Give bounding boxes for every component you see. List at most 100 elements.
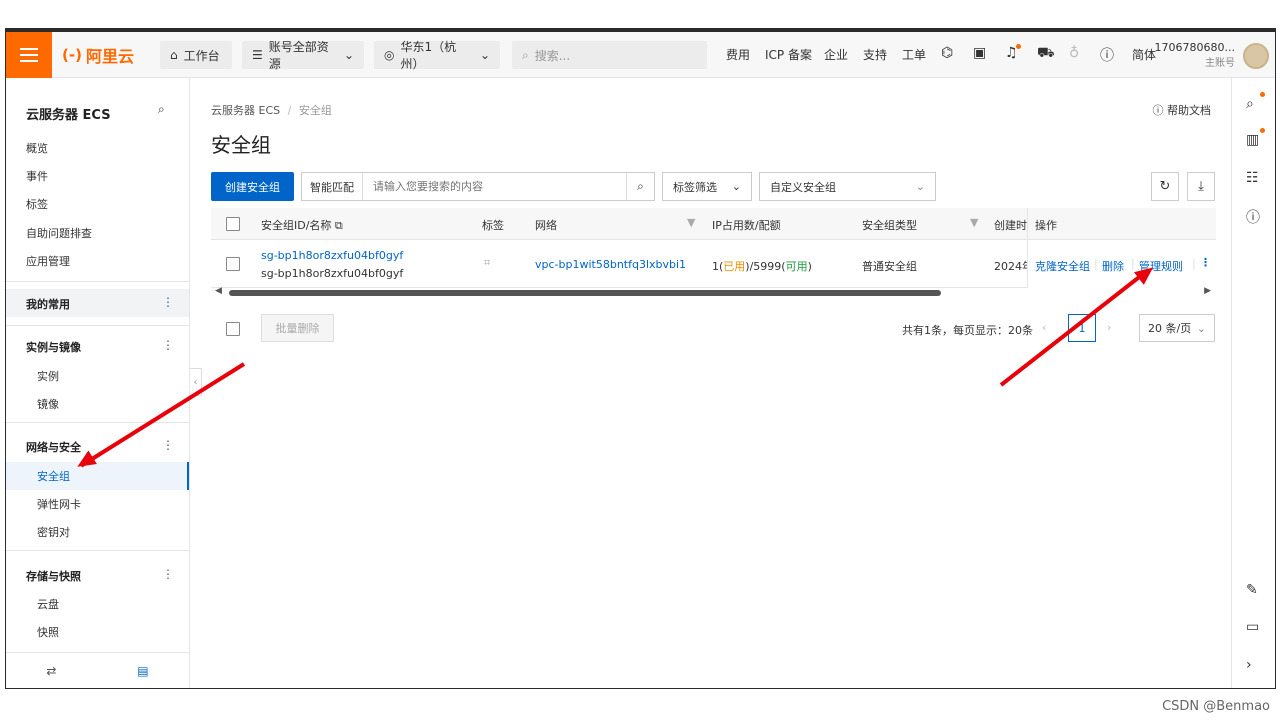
horizontal-scrollbar[interactable]: ◀ ▶ (211, 286, 1215, 298)
checklist-icon[interactable]: ☷ (1246, 170, 1259, 186)
search-icon[interactable]: ⌕ (158, 102, 165, 117)
resource-label: 账号全部资源 (268, 40, 329, 71)
col-header-id-label: 安全组ID/名称 (261, 219, 332, 232)
scroll-right-icon[interactable]: ▶ (1204, 286, 1211, 296)
custom-filter-dropdown[interactable]: 自定义安全组 ⌄ (759, 172, 936, 201)
action-separator: | (1094, 257, 1098, 270)
bulk-select-checkbox[interactable] (226, 322, 240, 336)
custom-filter-label: 自定义安全组 (770, 180, 836, 194)
doc-icon[interactable]: ▤ (137, 664, 148, 678)
sidebar-title: 云服务器 ECS (26, 108, 111, 123)
resource-selector[interactable]: ☰ 账号全部资源 ⌄ (242, 40, 364, 71)
select-all-checkbox[interactable] (226, 217, 240, 231)
terminal-icon[interactable]: ▣ (973, 45, 986, 61)
chat-icon[interactable]: ▭ (1246, 619, 1259, 635)
location-icon: ◎ (384, 48, 395, 62)
security-group-name: sg-bp1h8or8zxfu04bf0gyf (261, 267, 404, 280)
sidebar-group-instances[interactable]: 实例与镜像 (26, 339, 81, 355)
tag-filter-dropdown[interactable]: 标签筛选 ⌄ (662, 172, 752, 201)
breadcrumb-current: 安全组 (298, 104, 332, 117)
clone-security-group-link[interactable]: 克隆安全组 (1035, 258, 1090, 274)
account-info[interactable]: 1706780680... 主账号 (1155, 40, 1235, 72)
batch-delete-button[interactable]: 批量删除 (261, 314, 334, 342)
search-mode-select[interactable]: 智能匹配 (302, 173, 363, 200)
search-icon[interactable]: ⌕ (1246, 96, 1254, 112)
sidebar-item-tags[interactable]: 标签 (26, 196, 48, 212)
sidebar-item-keypair[interactable]: 密钥对 (37, 524, 70, 540)
next-page-icon[interactable]: › (1107, 321, 1111, 334)
lightbulb-icon[interactable]: ♁ (1069, 45, 1079, 61)
aliyun-logo[interactable]: (-) 阿里云 (62, 43, 134, 67)
row-checkbox[interactable] (226, 257, 240, 271)
sidebar-group-network[interactable]: 网络与安全 (26, 439, 81, 455)
sidebar-item-snapshot[interactable]: 快照 (37, 624, 59, 640)
search-icon[interactable]: ⌕ (626, 173, 654, 200)
help-circle-icon[interactable]: ⓘ (1100, 45, 1114, 65)
help-doc-link[interactable]: ⓘ 帮助文档 (1153, 102, 1212, 118)
prev-page-icon[interactable]: ‹ (1042, 321, 1046, 334)
nav-link-support[interactable]: 支持 (863, 46, 887, 63)
page-size-select[interactable]: 20 条/页 ⌄ (1139, 314, 1215, 342)
help-circle-icon[interactable]: ⓘ (1246, 207, 1260, 227)
chevron-right-icon[interactable]: › (1246, 657, 1252, 673)
filter-icon[interactable]: ▼ (970, 216, 978, 229)
sidebar-item-instance[interactable]: 实例 (37, 368, 59, 384)
nav-link-enterprise[interactable]: 企业 (824, 46, 848, 63)
sidebar-item-eni[interactable]: 弹性网卡 (37, 496, 81, 512)
list-icon: ☰ (252, 48, 263, 62)
create-security-group-button[interactable]: 创建安全组 (211, 172, 294, 201)
region-selector[interactable]: ◎ 华东1（杭州） ⌄ (374, 40, 500, 71)
more-icon[interactable]: ⋮ (162, 338, 174, 352)
sidebar-item-security-group[interactable]: 安全组 (37, 468, 70, 484)
tag-icon[interactable]: ⌗ (484, 256, 490, 270)
breadcrumb-root[interactable]: 云服务器 ECS (211, 104, 280, 117)
breadcrumb: 云服务器 ECS / 安全组 (211, 102, 332, 118)
nav-link-ticket[interactable]: 工单 (902, 46, 926, 63)
watermark: CSDN @Benmao⁠ (1162, 699, 1270, 714)
search-bar: 智能匹配 ⌕ (301, 172, 655, 201)
security-group-type: 普通安全组 (862, 260, 917, 273)
edit-icon[interactable]: ✎ (1246, 582, 1258, 598)
ip-quota-mid: )/5999( (745, 260, 786, 273)
col-header-tags: 标签 (482, 219, 504, 232)
more-icon[interactable]: ⋮ (162, 438, 174, 452)
account-id: 1706780680... (1154, 41, 1235, 54)
language-switch[interactable]: 简体 (1132, 46, 1156, 63)
actions-column: 操作 克隆安全组 | 删除 | 管理规则 | ⋮ (1027, 208, 1216, 288)
security-group-id-link[interactable]: sg-bp1h8or8zxfu04bf0gyf (261, 249, 403, 262)
more-icon[interactable]: ⋮ (162, 295, 174, 309)
sidebar-item-events[interactable]: 事件 (26, 168, 48, 184)
sidebar-item-apps[interactable]: 应用管理 (26, 253, 70, 269)
more-icon[interactable]: ⋮ (162, 567, 174, 581)
ip-available-label: 可用 (785, 260, 808, 273)
scrollbar-thumb[interactable] (229, 290, 941, 296)
code-icon[interactable]: ⌬ (941, 45, 953, 61)
vpc-link[interactable]: vpc-bp1wit58bntfq3lxbvbi1 (535, 258, 686, 271)
sidebar-group-favorites[interactable]: 我的常用 (26, 296, 70, 312)
more-actions-icon[interactable]: ⋮ (1200, 256, 1211, 269)
nav-link-billing[interactable]: 费用 (726, 46, 750, 63)
action-separator: | (1192, 257, 1196, 270)
refresh-icon[interactable]: ↻ (1151, 172, 1179, 201)
sidebar-item-image[interactable]: 镜像 (37, 396, 59, 412)
menu-icon[interactable] (6, 32, 52, 78)
cart-icon[interactable]: ⛟ (1037, 45, 1055, 63)
delete-link[interactable]: 删除 (1102, 258, 1124, 274)
search-input[interactable] (363, 180, 626, 193)
book-icon[interactable]: ▥ (1246, 132, 1259, 148)
download-icon[interactable]: ⤓ (1187, 172, 1215, 201)
global-search-input[interactable]: ⌕ 搜索... (512, 41, 707, 69)
nav-link-icp[interactable]: ICP 备案 (765, 46, 812, 63)
ip-used-prefix: 1( (712, 260, 724, 273)
sidebar-item-troubleshoot[interactable]: 自助问题排查 (26, 225, 92, 241)
sidebar-item-disk[interactable]: 云盘 (37, 596, 59, 612)
filter-icon[interactable]: ▼ (687, 216, 695, 229)
help-circle-icon: ⓘ (1152, 104, 1164, 117)
avatar[interactable] (1243, 43, 1269, 69)
sidebar-item-overview[interactable]: 概览 (26, 140, 48, 156)
sidebar-group-storage[interactable]: 存储与快照 (26, 568, 81, 584)
swap-icon[interactable]: ⇄ (46, 664, 56, 678)
workbench-button[interactable]: ⌂ 工作台 (160, 41, 232, 69)
scroll-left-icon[interactable]: ◀ (215, 286, 222, 296)
copy-icon[interactable]: ⧉ (335, 219, 343, 232)
